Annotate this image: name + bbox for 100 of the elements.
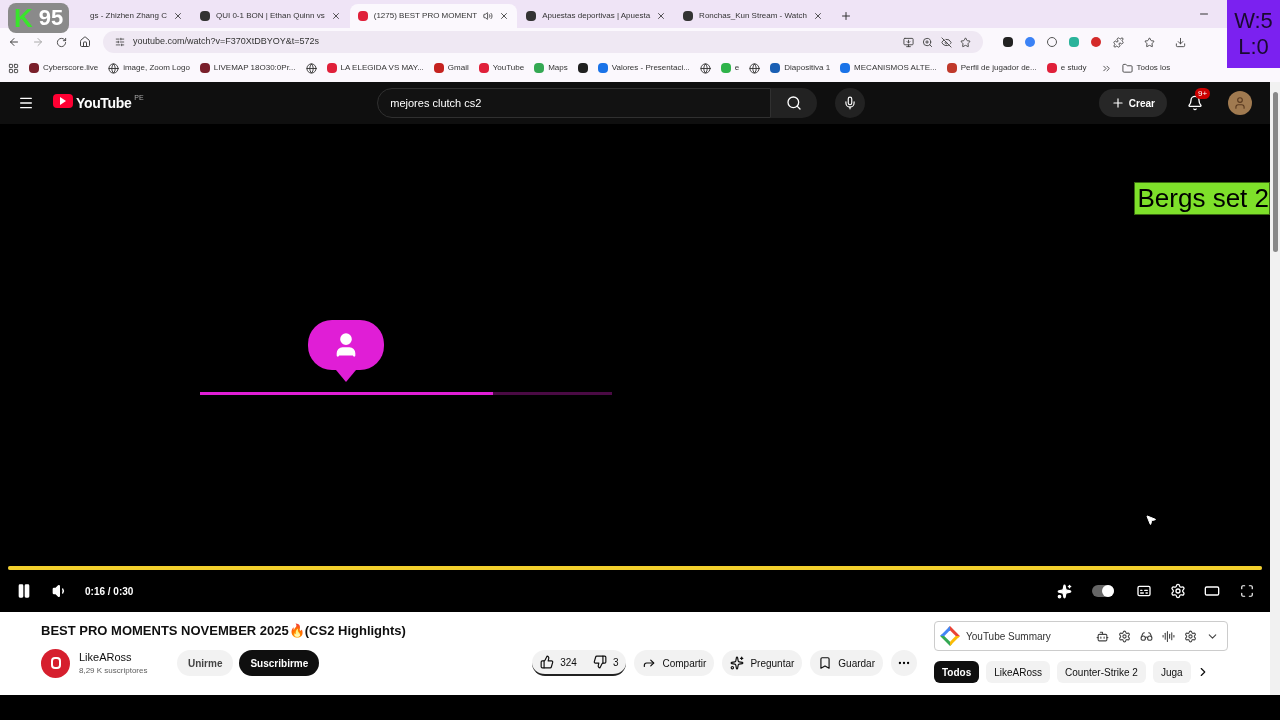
new-tab-icon[interactable]: [839, 10, 852, 22]
sparkle-icon[interactable]: [1057, 583, 1072, 599]
pause-icon[interactable]: [16, 583, 32, 599]
bookmark[interactable]: Valores - Presentaci...: [597, 62, 690, 74]
voice-search-button[interactable]: [835, 88, 866, 118]
channel-avatar[interactable]: [41, 648, 70, 678]
share-icon: [642, 656, 657, 670]
address-bar[interactable]: youtube.com/watch?v=F370XtDBYOY&t=572s: [103, 31, 983, 53]
globe-icon: [305, 62, 317, 74]
bookmark[interactable]: Diapositiva 1: [770, 62, 831, 74]
browser-tab[interactable]: Apuestas deportivas | Apuesta: [518, 4, 675, 28]
theater-mode-icon[interactable]: [1204, 583, 1220, 599]
reload-icon[interactable]: [56, 36, 67, 48]
browser-tab[interactable]: Ronchas_Kun Stream - Watch: [675, 4, 831, 28]
filter-chip[interactable]: LikeARoss: [986, 661, 1051, 683]
action-button[interactable]: Compartir: [634, 650, 715, 676]
bookmark[interactable]: Maps: [534, 62, 568, 74]
score-badge: K 95: [8, 3, 70, 33]
microphone-icon: [843, 96, 858, 110]
url-text: youtube.com/watch?v=F370XtDBYOY&t=572s: [133, 35, 321, 49]
create-button[interactable]: Crear: [1098, 89, 1167, 117]
avatar-pin-icon: [308, 320, 384, 382]
tab-favicon-icon: [526, 11, 537, 21]
browser-tab[interactable]: (1275) BEST PRO MOMENT: [349, 4, 518, 28]
search-button[interactable]: [771, 88, 818, 118]
apps-icon[interactable]: [8, 62, 19, 74]
bookmark[interactable]: LIVEMAP 18O30:0Pr...: [199, 62, 296, 74]
browser-tab[interactable]: QUI 0-1 BON | Ethan Quinn vs: [191, 4, 349, 28]
dislike-button[interactable]: 3: [584, 650, 627, 674]
filter-chip[interactable]: Juga: [1152, 661, 1191, 683]
extension-icon[interactable]: [1003, 37, 1013, 47]
like-button[interactable]: 324: [532, 650, 585, 674]
home-icon[interactable]: [79, 36, 91, 48]
time-display: 0:16 / 0:30: [85, 584, 134, 599]
settings-icon[interactable]: [1184, 629, 1197, 643]
back-icon[interactable]: [8, 36, 20, 48]
video-title: BEST PRO MOMENTS NOVEMBER 2025🔥(CS2 Highlights): [41, 622, 407, 640]
tab-title: QUI 0-1 BON | Ethan Quinn vs: [215, 10, 325, 22]
autoplay-toggle[interactable]: [1092, 585, 1114, 597]
join-button[interactable]: Unirme: [177, 650, 234, 676]
star-icon[interactable]: [960, 36, 971, 48]
notifications-icon[interactable]: [1187, 95, 1203, 111]
browser-tab[interactable]: gs - Zhizhen Zhang C: [82, 4, 191, 28]
tab-title: Apuestas deportivas | Apuesta: [542, 10, 651, 22]
close-icon[interactable]: [812, 11, 823, 21]
channel-name[interactable]: LikeARoss: [79, 648, 177, 666]
play-logo-icon: [53, 93, 73, 108]
bookmark[interactable]: YouTube: [478, 62, 525, 74]
tab-title: gs - Zhizhen Zhang C: [90, 10, 167, 22]
extensions-icon[interactable]: [1113, 36, 1124, 48]
plus-icon: [1110, 96, 1125, 110]
bookmark[interactable]: LA ELEGIDA VS MAY...: [326, 62, 424, 74]
close-icon[interactable]: [172, 11, 183, 21]
eye-off-icon[interactable]: [941, 36, 952, 48]
site-settings-icon[interactable]: [115, 37, 125, 47]
bookmark[interactable]: e: [720, 62, 740, 74]
bookmark-icon: [818, 656, 833, 670]
cursor-icon: [1145, 514, 1157, 526]
captions-icon[interactable]: [1136, 583, 1152, 599]
bookmark[interactable]: Gmail: [433, 62, 469, 74]
bookmark[interactable]: MECANISMOS ALTE...: [840, 62, 937, 74]
fullscreen-icon[interactable]: [1240, 584, 1254, 598]
close-icon[interactable]: [499, 11, 510, 21]
filter-chip[interactable]: Todos: [934, 661, 980, 683]
filter-chip[interactable]: Counter-Strike 2: [1057, 661, 1146, 683]
menu-icon[interactable]: [18, 95, 34, 111]
summary-panel[interactable]: YouTube Summary: [934, 621, 1228, 651]
avatar[interactable]: [1228, 91, 1252, 115]
install-icon[interactable]: [903, 36, 914, 48]
summary-title: YouTube Summary: [966, 629, 1051, 644]
action-button[interactable]: Guardar: [810, 650, 883, 676]
record-text: W:5: [1234, 8, 1273, 34]
speaker-icon[interactable]: [483, 11, 494, 21]
download-icon[interactable]: [1175, 36, 1186, 48]
zoom-icon[interactable]: [922, 36, 933, 48]
all-bookmarks-folder[interactable]: Todos los: [1121, 62, 1171, 74]
record-text: L:0: [1238, 34, 1269, 60]
thumbs-up-icon: [540, 655, 555, 669]
search-icon: [786, 95, 803, 111]
close-icon[interactable]: [330, 11, 341, 21]
bookmark[interactable]: image, Zoom Logo: [108, 62, 190, 74]
glasses-icon[interactable]: [1140, 629, 1153, 643]
bookmark[interactable]: Cyberscore.live: [29, 62, 99, 74]
summary-logo-icon: [940, 626, 960, 646]
search-field[interactable]: mejores clutch cs2: [377, 88, 772, 118]
close-icon[interactable]: [656, 11, 667, 21]
action-button[interactable]: Preguntar: [722, 650, 803, 676]
scrollbar[interactable]: [1270, 82, 1280, 695]
robot-icon[interactable]: [1096, 629, 1109, 643]
globe-icon: [749, 62, 761, 74]
bookmarks-icon[interactable]: [1144, 36, 1155, 48]
set-label: Bergs set 2: [1134, 182, 1270, 215]
bookmark[interactable]: e study: [1046, 62, 1087, 74]
tab-favicon-icon: [357, 11, 368, 21]
subscribe-button[interactable]: Suscribirme: [239, 650, 320, 676]
sparkle-icon: [730, 656, 745, 670]
tab-title: (1275) BEST PRO MOMENT: [373, 10, 478, 22]
audio-icon[interactable]: [1162, 629, 1175, 643]
globe-icon: [108, 62, 120, 74]
bookmark[interactable]: Perfil de jugador de...: [946, 62, 1037, 74]
